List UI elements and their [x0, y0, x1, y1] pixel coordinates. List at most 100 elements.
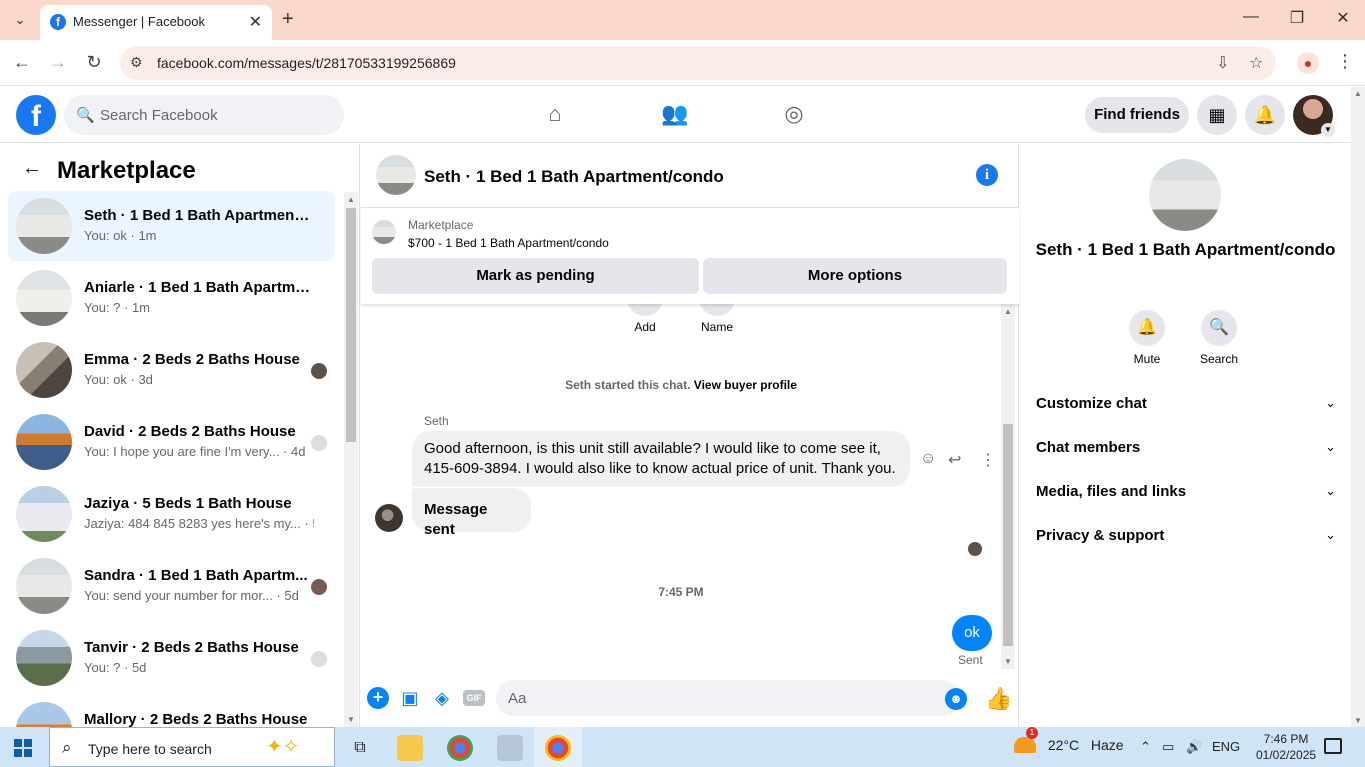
- more-options-button[interactable]: More options: [703, 258, 1007, 294]
- more-actions-icon[interactable]: ⋮: [980, 450, 996, 470]
- browser-menu-icon[interactable]: ⋮: [1336, 51, 1354, 72]
- scrollbar-thumb[interactable]: [1003, 424, 1013, 646]
- url-text[interactable]: facebook.com/messages/t/2817053319925686…: [157, 55, 456, 71]
- weather-widget[interactable]: 1 22°C Haze: [1014, 727, 1124, 753]
- chrome-active-icon[interactable]: [545, 735, 571, 761]
- menu-grid-icon[interactable]: ▦: [1197, 95, 1237, 135]
- site-info-icon[interactable]: ⚙: [130, 54, 143, 71]
- copilot-sparkle-icon[interactable]: ✦✧: [266, 734, 300, 759]
- conversation-item[interactable]: Sandra · 1 Bed 1 Bath Apartm... You: sen…: [8, 551, 335, 621]
- file-explorer-icon[interactable]: [397, 735, 423, 761]
- task-view-icon[interactable]: ⧉: [347, 735, 373, 761]
- notifications-bell-icon[interactable]: 🔔: [1245, 95, 1285, 135]
- friends-icon[interactable]: 👥: [660, 101, 690, 129]
- message-input[interactable]: [508, 688, 928, 708]
- conversation-name: Tanvir · 2 Beds 2 Baths House: [84, 639, 299, 656]
- incoming-message[interactable]: Good afternoon, is this unit still avail…: [412, 431, 910, 487]
- customize-chat-row[interactable]: Customize chat ⌄: [1028, 384, 1336, 424]
- sender-avatar[interactable]: [375, 504, 403, 532]
- react-emoji-icon[interactable]: ☺: [920, 450, 936, 468]
- outgoing-message[interactable]: ok: [952, 615, 992, 651]
- privacy-support-row[interactable]: Privacy & support ⌄: [1028, 516, 1336, 556]
- media-files-links-row[interactable]: Media, files and links ⌄: [1028, 472, 1336, 512]
- gif-icon[interactable]: GIF: [463, 690, 485, 706]
- conversation-item[interactable]: Tanvir · 2 Beds 2 Baths House You: ? · 5…: [8, 623, 335, 693]
- info-icon[interactable]: i: [976, 164, 998, 186]
- add-quick-action[interactable]: Add: [627, 304, 663, 334]
- mute-action[interactable]: 🔔 Mute: [1117, 310, 1177, 366]
- browser-profile-icon[interactable]: ●: [1297, 52, 1319, 74]
- facebook-header: f 🔍 ⌂ 👥 ◎ Find friends ▦ 🔔 ▼: [0, 87, 1351, 143]
- tab-close-icon[interactable]: ✕: [249, 12, 262, 32]
- image-app-icon[interactable]: [497, 735, 523, 761]
- chat-panel: Seth · 1 Bed 1 Bath Apartment/condo i Ma…: [361, 144, 1019, 727]
- notification-center-icon[interactable]: [1324, 738, 1342, 754]
- chat-thumbnail[interactable]: [376, 155, 416, 195]
- listing-thumbnail[interactable]: [372, 220, 396, 244]
- chat-title[interactable]: Seth · 1 Bed 1 Bath Apartment/condo: [424, 167, 724, 187]
- language-indicator[interactable]: ENG: [1212, 739, 1240, 754]
- battery-icon[interactable]: ▭: [1162, 739, 1174, 755]
- omnibox[interactable]: ⚙ facebook.com/messages/t/28170533199256…: [120, 46, 1276, 80]
- incoming-message[interactable]: Message sent: [412, 488, 531, 538]
- plus-icon[interactable]: +: [367, 687, 389, 709]
- scroll-up-icon[interactable]: ▲: [1354, 89, 1362, 98]
- message-composer: + ▣ ◈ GIF ☻ 👍: [361, 669, 1019, 727]
- scroll-down-icon[interactable]: ▼: [1004, 657, 1012, 666]
- restore-icon[interactable]: ❐: [1282, 8, 1312, 28]
- facebook-logo-icon[interactable]: f: [16, 95, 56, 135]
- scroll-up-icon[interactable]: ▲: [1004, 307, 1012, 316]
- view-buyer-profile-link[interactable]: View buyer profile: [694, 378, 797, 392]
- tray-chevron-up-icon[interactable]: ⌃: [1140, 739, 1151, 755]
- scroll-down-icon[interactable]: ▼: [347, 715, 355, 724]
- find-friends-button[interactable]: Find friends: [1085, 97, 1189, 133]
- photo-icon[interactable]: ▣: [399, 687, 421, 709]
- groups-icon[interactable]: ◎: [779, 101, 809, 129]
- conversation-item[interactable]: David · 2 Beds 2 Baths House You: I hope…: [8, 407, 335, 477]
- emoji-icon[interactable]: ☻: [945, 688, 967, 710]
- search-action[interactable]: 🔍 Search: [1189, 310, 1249, 366]
- scrollbar-thumb[interactable]: [346, 208, 356, 442]
- new-tab-plus-icon[interactable]: +: [282, 8, 294, 31]
- browser-tab-messenger[interactable]: f Messenger | Facebook ✕: [40, 5, 272, 40]
- minimize-icon[interactable]: —: [1236, 8, 1266, 26]
- scroll-up-icon[interactable]: ▲: [347, 195, 355, 204]
- volume-icon[interactable]: 🔊: [1186, 739, 1202, 755]
- facebook-search-input[interactable]: [100, 103, 330, 127]
- windows-start-icon[interactable]: [14, 739, 32, 757]
- back-arrow-icon[interactable]: ←: [10, 52, 34, 73]
- reply-icon[interactable]: ↩: [948, 450, 961, 470]
- back-arrow-icon[interactable]: ←: [22, 157, 42, 180]
- listing-title[interactable]: $700 - 1 Bed 1 Bath Apartment/condo: [408, 236, 609, 250]
- conversation-list-scrollbar[interactable]: ▲ ▼: [344, 192, 358, 727]
- mark-as-pending-button[interactable]: Mark as pending: [372, 258, 699, 294]
- conversation-item[interactable]: Aniarle · 1 Bed 1 Bath Apartmen... You: …: [8, 263, 335, 333]
- install-app-icon[interactable]: ⇩: [1216, 53, 1229, 73]
- system-clock[interactable]: 7:46 PM 01/02/2025: [1256, 731, 1316, 763]
- thumbs-up-icon[interactable]: 👍: [985, 686, 1012, 712]
- conversation-name: Jaziya · 5 Beds 1 Bath House: [84, 495, 292, 512]
- listing-thumbnail[interactable]: [1149, 159, 1221, 231]
- reload-icon[interactable]: ↻: [82, 52, 106, 73]
- chrome-icon[interactable]: [447, 735, 473, 761]
- scroll-down-icon[interactable]: ▼: [1354, 716, 1362, 725]
- home-icon[interactable]: ⌂: [540, 101, 570, 129]
- chat-header: Seth · 1 Bed 1 Bath Apartment/condo i: [361, 144, 1019, 208]
- page-scrollbar[interactable]: ▲ ▼: [1351, 87, 1365, 727]
- conversation-item[interactable]: Mallory · 2 Beds 2 Baths House: [8, 695, 335, 727]
- taskbar-search[interactable]: ⌕ Type here to search ✦✧: [49, 727, 335, 767]
- chat-members-row[interactable]: Chat members ⌄: [1028, 428, 1336, 468]
- sticker-icon[interactable]: ◈: [431, 687, 453, 709]
- conversation-item[interactable]: Jaziya · 5 Beds 1 Bath House Jaziya: 484…: [8, 479, 335, 549]
- name-quick-action[interactable]: Name: [697, 304, 737, 334]
- message-input-wrapper[interactable]: [496, 680, 960, 716]
- tab-search-chevron-icon[interactable]: ⌄: [8, 9, 32, 31]
- message-list-scrollbar[interactable]: ▲ ▼: [1001, 304, 1015, 669]
- conversation-item[interactable]: Seth · 1 Bed 1 Bath Apartment/c... You: …: [8, 191, 335, 261]
- window-close-icon[interactable]: ✕: [1328, 8, 1358, 28]
- bookmark-star-icon[interactable]: ☆: [1249, 53, 1263, 73]
- account-avatar[interactable]: ▼: [1293, 95, 1335, 137]
- forward-arrow-icon[interactable]: →: [46, 52, 70, 73]
- conversation-item[interactable]: Emma · 2 Beds 2 Baths House You: ok · 3d: [8, 335, 335, 405]
- facebook-search[interactable]: 🔍: [64, 95, 344, 135]
